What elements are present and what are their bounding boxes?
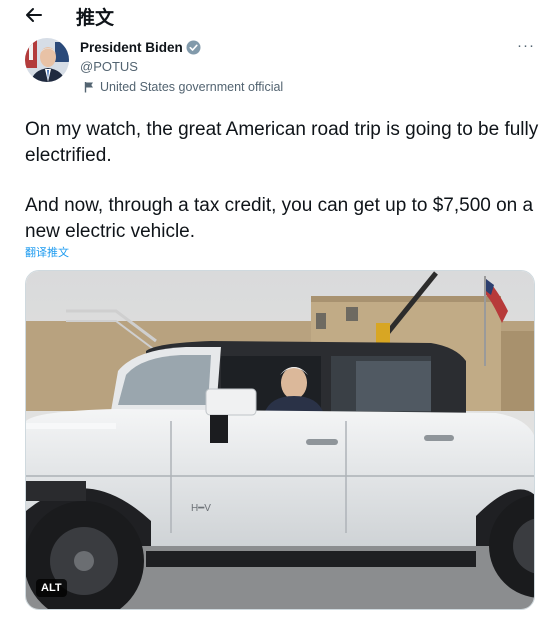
flag-icon — [84, 82, 93, 93]
tweet-paragraph-2: And now, through a tax credit, you can g… — [25, 195, 534, 242]
author-handle[interactable]: @POTUS — [80, 59, 138, 74]
more-options-icon: ··· — [517, 37, 535, 54]
back-button[interactable] — [22, 4, 46, 26]
government-label: United States government official — [84, 80, 283, 94]
tweet-photo[interactable]: H━V ALT — [25, 270, 535, 610]
verified-badge-icon — [186, 40, 201, 55]
tweet-paragraph-1: On my watch, the great American road tri… — [25, 119, 539, 166]
translate-tweet-link[interactable]: 翻译推文 — [25, 244, 69, 260]
tweet-text: On my watch, the great American road tri… — [25, 117, 545, 244]
page-title: 推文 — [76, 8, 115, 29]
government-label-text: United States government official — [100, 80, 284, 94]
more-options-button[interactable]: ··· — [517, 37, 535, 54]
author-name[interactable]: President Biden — [80, 40, 183, 55]
alt-text-badge[interactable]: ALT — [36, 579, 67, 597]
arrow-left-icon — [26, 8, 42, 22]
truck-badge: H━V — [191, 503, 211, 514]
page-header: 推文 — [0, 0, 554, 30]
avatar[interactable] — [25, 38, 69, 82]
